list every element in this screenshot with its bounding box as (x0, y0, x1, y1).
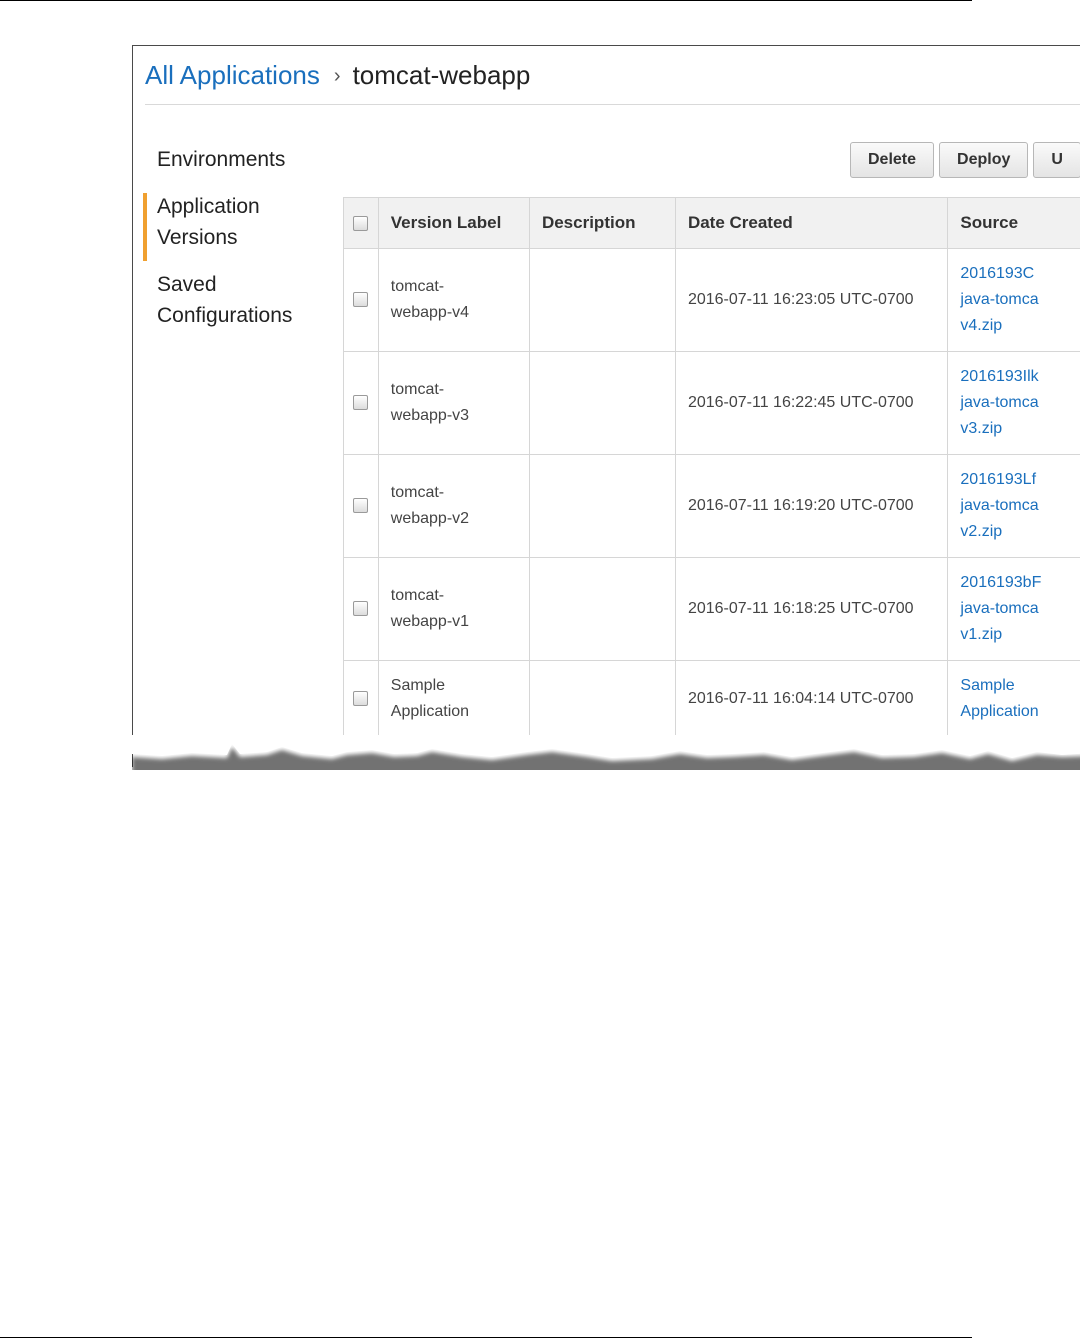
source-link[interactable]: 2016193Ilk java-tomca v3.zip (960, 364, 1079, 442)
version-label-cell: tomcat-webapp-v1 (377, 557, 530, 661)
version-label-line: Sample (390, 677, 446, 694)
source-line: Application (960, 703, 1039, 720)
row-checkbox[interactable] (353, 498, 369, 514)
source-line: java-tomca (960, 497, 1039, 514)
console-panel: All Applications › tomcat-webapp Environme… (132, 45, 1080, 767)
date-created-cell: 2016-07-11 16:04:14 UTC-0700 (674, 660, 949, 738)
upload-button[interactable]: U (1033, 142, 1080, 178)
page-bottom-rule (0, 1337, 972, 1338)
nav-item-saved-configurations[interactable]: Saved Configurations (143, 269, 317, 331)
nav-item-label: Application Versions (157, 195, 260, 249)
source-line: v2.zip (960, 523, 1003, 540)
row-select-cell (343, 351, 379, 455)
column-header-version-label[interactable]: Version Label (377, 197, 530, 249)
breadcrumb-divider (145, 104, 1080, 105)
source-line: java-tomca (960, 600, 1039, 617)
version-label-line: tomcat- (390, 484, 445, 501)
side-nav: Environments Application Versions Saved … (143, 144, 333, 347)
source-line: Sample (960, 677, 1015, 694)
application-versions-table: Version Label Description Date Created S… (343, 197, 1080, 738)
version-label-line: webapp-v4 (390, 304, 470, 321)
table-row: Sample Application 2016-07-11 16:04:14 UT… (343, 660, 1080, 738)
nav-item-environments[interactable]: Environments (143, 144, 333, 175)
version-label-line: webapp-v2 (390, 510, 470, 527)
date-created-cell: 2016-07-11 16:23:05 UTC-0700 (674, 248, 949, 352)
row-checkbox[interactable] (353, 292, 369, 308)
chevron-right-icon: › (333, 65, 341, 87)
version-label-line: tomcat- (390, 381, 445, 398)
nav-item-application-versions[interactable]: Application Versions (143, 191, 287, 261)
version-label-line: Application (390, 703, 470, 720)
row-checkbox[interactable] (353, 395, 369, 411)
description-cell (528, 351, 676, 455)
source-link[interactable]: Sample Application (960, 673, 1079, 725)
date-created-cell: 2016-07-11 16:22:45 UTC-0700 (674, 351, 949, 455)
description-cell (528, 248, 676, 352)
version-label-line: tomcat- (390, 278, 445, 295)
source-line: 2016193Ilk (960, 368, 1039, 385)
breadcrumb-all-applications-link[interactable]: All Applications (145, 60, 320, 90)
date-created-cell: 2016-07-11 16:18:25 UTC-0700 (674, 557, 949, 661)
version-label-cell: Sample Application (377, 660, 530, 738)
console-screenshot: All Applications › tomcat-webapp Environme… (132, 45, 1080, 770)
row-checkbox[interactable] (353, 691, 369, 707)
date-created-cell: 2016-07-11 16:19:20 UTC-0700 (674, 454, 949, 558)
row-select-cell (343, 248, 379, 352)
deploy-button[interactable]: Deploy (939, 142, 1029, 178)
source-line: v3.zip (960, 420, 1003, 437)
source-link[interactable]: 2016193bF java-tomca v1.zip (960, 570, 1079, 648)
table-row: tomcat-webapp-v1 2016-07-11 16:18:25 UTC… (343, 557, 1080, 661)
source-line: 2016193Lf (960, 471, 1037, 488)
breadcrumb: All Applications › tomcat-webapp (145, 60, 530, 91)
delete-button[interactable]: Delete (850, 142, 935, 178)
source-link[interactable]: 2016193C java-tomca v4.zip (960, 261, 1079, 339)
version-label-cell: tomcat-webapp-v4 (377, 248, 530, 352)
source-line: v4.zip (960, 317, 1003, 334)
source-link[interactable]: 2016193Lf java-tomca v2.zip (960, 467, 1079, 545)
source-line: 2016193bF (960, 574, 1042, 591)
source-cell: 2016193bF java-tomca v1.zip (947, 557, 1080, 661)
table-row: tomcat-webapp-v2 2016-07-11 16:19:20 UTC… (343, 454, 1080, 558)
version-label-cell: tomcat-webapp-v2 (377, 454, 530, 558)
version-label-line: tomcat- (390, 587, 445, 604)
description-cell (528, 557, 676, 661)
description-cell (528, 454, 676, 558)
breadcrumb-current-app: tomcat-webapp (352, 60, 531, 90)
source-cell: 2016193C java-tomca v4.zip (947, 248, 1080, 352)
select-all-cell (343, 197, 379, 249)
version-label-cell: tomcat-webapp-v3 (377, 351, 530, 455)
column-header-description[interactable]: Description (528, 197, 676, 249)
description-cell (528, 660, 676, 738)
row-select-cell (343, 454, 379, 558)
source-cell: Sample Application (947, 660, 1080, 738)
torn-edge (132, 735, 1080, 770)
row-select-cell (343, 557, 379, 661)
version-label-line: webapp-v1 (390, 613, 470, 630)
version-toolbar: Delete Deploy U (850, 142, 1080, 178)
table-row: tomcat-webapp-v3 2016-07-11 16:22:45 UTC… (343, 351, 1080, 455)
table-header-row: Version Label Description Date Created S… (343, 197, 1080, 249)
source-cell: 2016193Lf java-tomca v2.zip (947, 454, 1080, 558)
row-checkbox[interactable] (353, 601, 369, 617)
select-all-checkbox[interactable] (353, 216, 369, 232)
column-header-date-created[interactable]: Date Created (674, 197, 949, 249)
page-top-rule (0, 0, 972, 1)
source-cell: 2016193Ilk java-tomca v3.zip (947, 351, 1080, 455)
source-line: java-tomca (960, 291, 1039, 308)
version-label-line: webapp-v3 (390, 407, 470, 424)
nav-item-label: Saved Configurations (157, 273, 293, 327)
table-row: tomcat-webapp-v4 2016-07-11 16:23:05 UTC… (343, 248, 1080, 352)
source-line: 2016193C (960, 265, 1035, 282)
source-line: v1.zip (960, 626, 1003, 643)
row-select-cell (343, 660, 379, 738)
column-header-source[interactable]: Source (947, 197, 1080, 249)
source-line: java-tomca (960, 394, 1039, 411)
